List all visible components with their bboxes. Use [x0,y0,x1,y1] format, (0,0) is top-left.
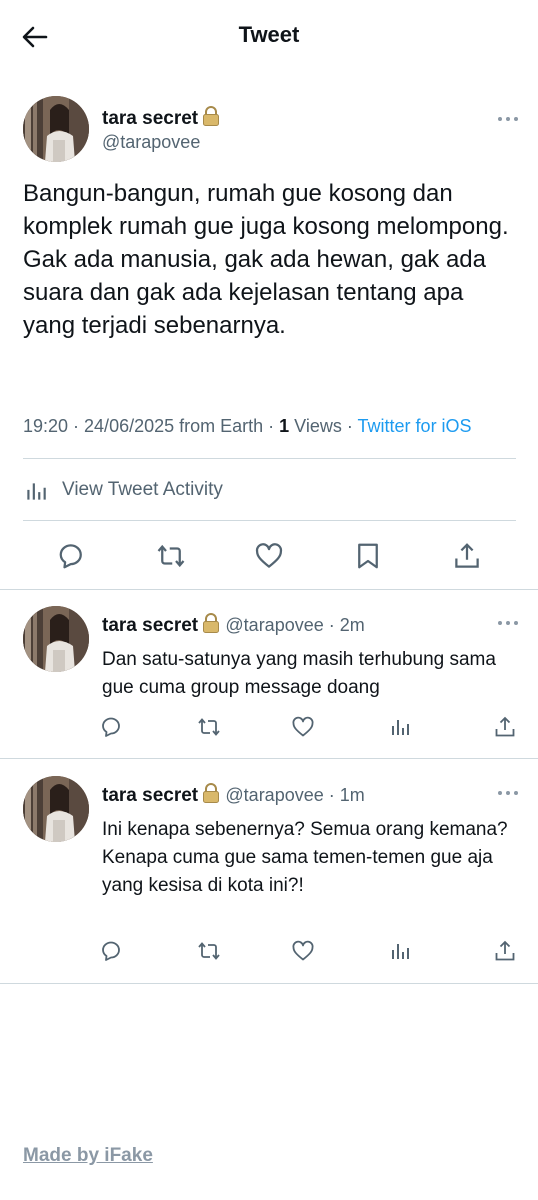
stats-icon [23,478,49,504]
tweet-meta: 19:20 · 24/06/2025 from Earth · 1 Views … [23,416,472,437]
reply-tweet[interactable]: tara secret @tarapovee · 1m Ini kenapa s… [0,759,538,983]
reply-tweet[interactable]: tara secret @tarapovee · 2m Dan satu-sat… [0,590,538,758]
avatar[interactable] [23,96,89,162]
divider [0,983,538,984]
retweet-icon [197,715,221,739]
tweet-actions [0,534,538,578]
more-icon[interactable] [497,788,519,798]
reply-button[interactable] [100,939,124,963]
tweet-text: Bangun-bangun, rumah gue kosong dan komp… [23,180,509,339]
reply-button[interactable] [57,541,87,571]
lock-icon [202,613,220,633]
share-icon [493,715,517,739]
heart-icon [254,541,284,571]
client-link[interactable]: Twitter for iOS [358,416,472,436]
share-button[interactable] [452,541,482,571]
views-button[interactable] [388,939,412,963]
share-icon [493,939,517,963]
more-icon[interactable] [497,618,519,628]
author-handle[interactable]: @tarapovee [102,132,200,153]
like-button[interactable] [291,939,315,963]
like-button[interactable] [254,541,284,571]
author-name[interactable]: tara secret [102,615,198,636]
retweet-icon [156,541,186,571]
view-activity-label: View Tweet Activity [62,479,223,500]
lock-icon [202,106,220,126]
like-button[interactable] [291,715,315,739]
author-name[interactable]: tara secret [102,785,198,806]
stats-icon [388,939,412,963]
view-activity-button[interactable]: View Tweet Activity [23,474,323,508]
views-button[interactable] [388,715,412,739]
top-bar: Tweet [0,0,538,74]
tweet-text: Ini kenapa sebenernya? Semua orang keman… [102,819,508,896]
avatar[interactable] [23,776,89,842]
reply-header: tara secret @tarapovee · 1m [102,783,365,807]
share-button[interactable] [493,939,517,963]
lock-icon [202,783,220,803]
made-by-link[interactable]: Made by iFake [23,1145,153,1167]
author-name-text: tara secret [102,108,199,129]
retweet-icon [197,939,221,963]
reply-button[interactable] [100,715,124,739]
reply-header: tara secret @tarapovee · 2m [102,613,365,637]
divider [23,520,516,521]
bookmark-button[interactable] [353,541,383,571]
heart-icon [291,939,315,963]
divider [23,458,516,459]
views-count: 1 [279,416,290,436]
reply-icon [100,939,124,963]
tweet-timestamp: 19:20 · 24/06/2025 from Earth · [23,416,280,436]
share-icon [452,541,482,571]
views-label: Views · [289,416,358,436]
reply-icon [100,715,124,739]
stats-icon [388,715,412,739]
page-title: Tweet [238,22,300,47]
retweet-button[interactable] [197,715,221,739]
reply-icon [57,541,87,571]
retweet-button[interactable] [197,939,221,963]
share-button[interactable] [493,715,517,739]
avatar[interactable] [23,606,89,672]
more-icon[interactable] [497,114,519,124]
tweet-text: Dan satu-satunya yang masih terhubung sa… [102,649,496,698]
retweet-button[interactable] [156,541,186,571]
handle-time: @tarapovee · 1m [225,785,365,805]
handle-time: @tarapovee · 2m [225,615,365,635]
author-name[interactable]: tara secret [102,106,220,130]
heart-icon [291,715,315,739]
bookmark-icon [353,541,383,571]
